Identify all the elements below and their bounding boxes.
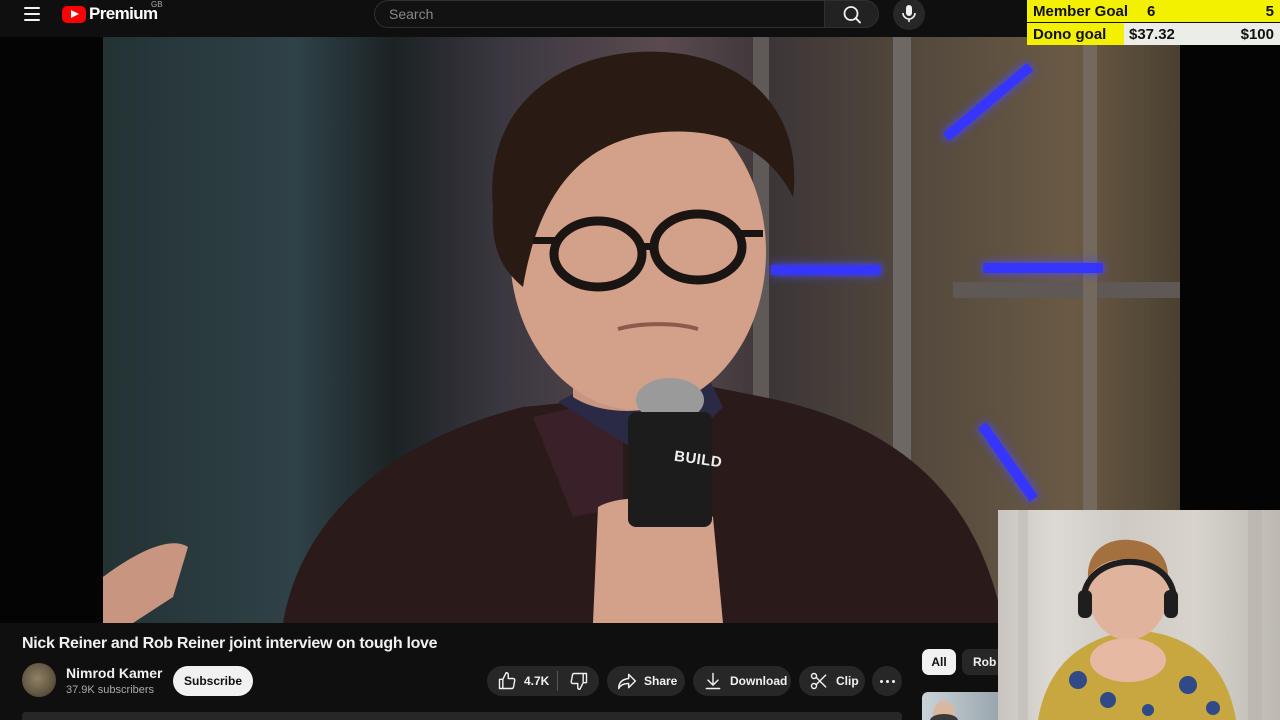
subscriber-count: 37.9K subscribers <box>66 684 155 696</box>
share-button[interactable]: Share <box>607 666 685 696</box>
dono-goal-target: $100 <box>1240 26 1274 43</box>
share-label: Share <box>644 674 678 688</box>
channel-name[interactable]: Nimrod Kamer <box>66 665 162 681</box>
description-box-edge <box>22 712 902 720</box>
more-icon <box>880 680 883 683</box>
download-icon <box>705 672 721 690</box>
clip-button[interactable]: Clip <box>799 666 865 696</box>
menu-icon <box>24 7 40 9</box>
region-code: GB <box>151 0 163 9</box>
stream-goal-overlay: Member Goal 6 5 Dono goal $37.32 $100 <box>1027 0 1280 45</box>
member-goal-target: 5 <box>1265 3 1274 20</box>
thumbs-down-icon <box>570 672 587 691</box>
recommended-thumbnail-image <box>930 701 958 720</box>
download-button[interactable]: Download <box>693 666 791 696</box>
channel-avatar[interactable] <box>22 663 56 697</box>
youtube-play-icon <box>62 5 86 23</box>
guide-menu-button[interactable] <box>20 3 44 25</box>
more-icon-dot <box>892 680 895 683</box>
more-icon-dot <box>886 680 889 683</box>
like-button[interactable]: 4.7K <box>487 666 557 696</box>
logo-text: Premium <box>89 4 158 23</box>
chip-rob-reiner[interactable]: Rob R <box>962 649 998 675</box>
subscribe-button[interactable]: Subscribe <box>173 666 253 696</box>
like-dislike-group: 4.7K <box>487 666 599 696</box>
chip-all[interactable]: All <box>922 649 956 675</box>
download-label: Download <box>730 674 788 688</box>
search-button[interactable] <box>824 0 879 28</box>
recommended-video-thumbnail[interactable] <box>922 692 998 720</box>
streamer-webcam <box>998 510 1280 720</box>
dislike-button[interactable] <box>558 666 599 696</box>
member-goal-label: Member Goal <box>1033 3 1129 20</box>
menu-icon-bar <box>24 19 40 21</box>
microphone-icon <box>902 5 916 22</box>
dono-goal-label: Dono goal <box>1033 26 1107 43</box>
search-box <box>374 0 824 28</box>
member-goal-row: Member Goal 6 5 <box>1027 0 1280 22</box>
like-count: 4.7K <box>524 674 550 688</box>
dono-goal-row: Dono goal $37.32 $100 <box>1027 23 1280 45</box>
more-actions-button[interactable] <box>872 666 902 696</box>
clip-label: Clip <box>836 674 859 688</box>
thumbs-up-icon <box>498 671 516 690</box>
streamer-figure <box>1018 510 1262 720</box>
dono-goal-current: $37.32 <box>1129 26 1175 43</box>
member-goal-current: 6 <box>1147 3 1156 20</box>
voice-search-button[interactable] <box>893 0 925 30</box>
share-icon <box>617 673 637 690</box>
video-title: Nick Reiner and Rob Reiner joint intervi… <box>22 635 438 652</box>
menu-icon-bar <box>24 13 40 15</box>
youtube-premium-logo[interactable]: Premium <box>62 3 158 25</box>
search-input[interactable] <box>375 1 809 27</box>
scissors-icon <box>810 672 827 690</box>
search-icon <box>843 6 861 24</box>
